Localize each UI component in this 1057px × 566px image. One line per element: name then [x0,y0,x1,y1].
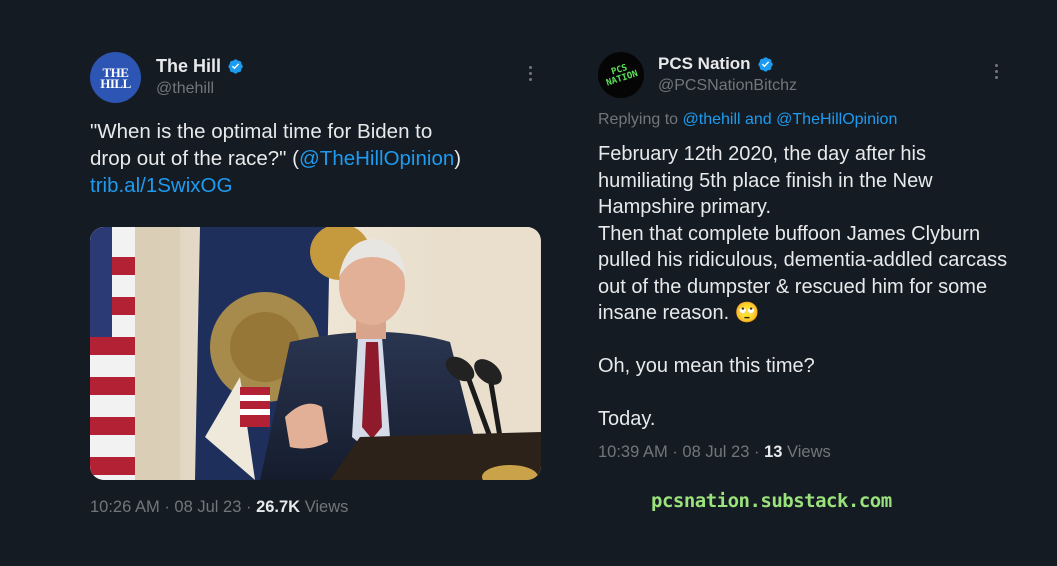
views-count: 26.7K [256,498,301,516]
display-name[interactable]: PCS Nation [658,54,751,74]
avatar-pcsnation[interactable]: PCS NATION [598,52,644,98]
tweet-text: "When is the optimal time for Biden to d… [90,118,545,199]
author-handle[interactable]: @thehill [156,80,214,98]
author-handle[interactable]: @PCSNationBitchz [658,77,797,95]
tweet-meta: 10:39 AM · 08 Jul 23 · 13 Views [598,443,831,462]
tweet-text-line2-end: ) [454,147,462,170]
verified-badge-icon [228,59,243,74]
article-link[interactable]: trib.al/1SwixOG [90,174,232,197]
tweet-date[interactable]: 08 Jul 23 [682,443,749,461]
more-dots-icon[interactable] [995,64,999,79]
more-dots-icon[interactable] [529,66,533,81]
meta-separator: · [164,498,170,516]
replying-to: Replying to @thehill and @TheHillOpinion [598,111,897,129]
meta-separator: · [672,443,678,461]
flag-illustration [90,227,135,480]
tweet-text-para1: February 12th 2020, the day after his hu… [598,143,1008,324]
tweet-date[interactable]: 08 Jul 23 [174,498,241,516]
meta-separator: · [753,443,760,461]
author-name-row: PCS Nation [658,54,774,74]
display-name[interactable]: The Hill [156,56,221,77]
tweet-meta: 10:26 AM · 08 Jul 23 · 26.7K Views [90,498,348,517]
substack-url: pcsnation.substack.com [651,490,892,512]
verified-badge-icon [758,56,773,72]
mention-link[interactable]: @TheHillOpinion [299,147,454,170]
tweet-text-line1: "When is the optimal time for Biden to [90,120,433,143]
tweet-time[interactable]: 10:39 AM [598,443,668,461]
avatar-thehill[interactable]: THE HILL [90,52,141,103]
tweet-text: February 12th 2020, the day after his hu… [598,141,1018,433]
reply-mention-thehillopinion[interactable]: @TheHillOpinion [776,111,897,128]
avatar-text-line2: HILL [100,75,131,91]
reply-mention-thehill[interactable]: @thehill [683,111,741,128]
meta-separator: · [245,498,252,516]
avatar-pcs-text: PCS NATION [605,62,640,89]
views-count: 13 [764,443,783,461]
tweet-text-para3: Today. [598,408,656,430]
tweet-photo[interactable] [90,227,541,480]
tweet-text-line2: drop out of the race?" ( [90,147,299,170]
reply-and: and [745,111,772,128]
tweet-time[interactable]: 10:26 AM [90,498,160,516]
views-label: Views [787,443,831,461]
replying-label: Replying to [598,111,679,128]
tweet-photo-illustration [90,227,541,480]
tweet-text-para2: Oh, you mean this time? [598,355,815,377]
views-label: Views [304,498,349,516]
author-name-row: The Hill [156,56,244,77]
